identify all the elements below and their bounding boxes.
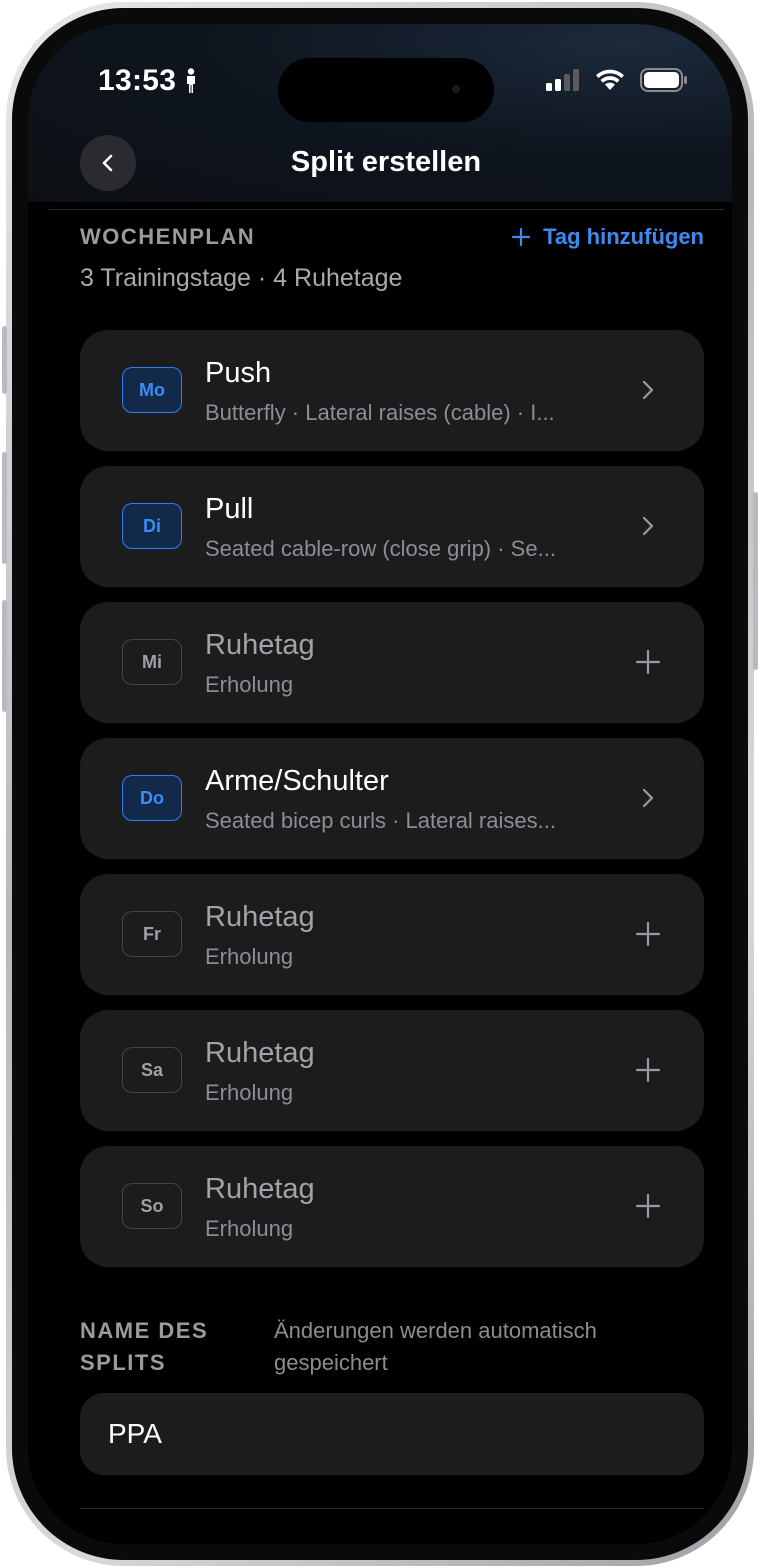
status-time: 13:53 (98, 64, 198, 98)
day-card-mo[interactable]: Mo Push Butterfly · Lateral raises (cabl… (80, 330, 704, 451)
plus-icon (511, 227, 531, 247)
day-subtitle: Seated cable-row (close grip) · Se... (205, 536, 556, 561)
volume-down-button (2, 600, 7, 712)
chevron-right-icon (642, 788, 654, 808)
volume-up-button (2, 452, 7, 564)
day-title: Ruhetag (205, 1173, 315, 1205)
day-title: Push (205, 357, 272, 389)
phone-bezel: 13:53 Split erstellen WOCHENPLAN Tag hin… (12, 8, 748, 1560)
plus-icon[interactable] (634, 648, 662, 676)
power-button (753, 492, 758, 670)
day-badge: Mo (122, 367, 182, 413)
day-title: Ruhetag (205, 629, 315, 661)
day-badge: Mi (122, 639, 182, 685)
battery-icon (640, 68, 687, 92)
plus-icon[interactable] (634, 1056, 662, 1084)
day-list: Mo Push Butterfly · Lateral raises (cabl… (80, 330, 704, 1267)
day-badge: Fr (122, 911, 182, 957)
app-screen: 13:53 Split erstellen WOCHENPLAN Tag hin… (28, 24, 732, 1544)
add-day-button[interactable]: Tag hinzufügen (511, 224, 704, 250)
day-text: Arme/Schulter Seated bicep curls · Later… (205, 762, 605, 834)
day-title: Ruhetag (205, 901, 315, 933)
day-text: Pull Seated cable-row (close grip) · Se.… (205, 490, 605, 562)
day-card-do[interactable]: Do Arme/Schulter Seated bicep curls · La… (80, 738, 704, 859)
phone-frame: 13:53 Split erstellen WOCHENPLAN Tag hin… (6, 2, 754, 1566)
week-plan-label: WOCHENPLAN (80, 224, 256, 249)
dynamic-island (278, 58, 494, 122)
day-subtitle: Butterfly · Lateral raises (cable) · I..… (205, 400, 555, 425)
day-text: Ruhetag Erholung (205, 626, 605, 698)
day-card-mi[interactable]: Mi Ruhetag Erholung (80, 602, 704, 723)
add-day-label: Tag hinzufügen (543, 224, 704, 249)
split-name-label: NAME DES SPLITS (80, 1318, 209, 1375)
split-name-header: NAME DES SPLITS Änderungen werden automa… (80, 1315, 704, 1379)
day-title: Pull (205, 493, 254, 525)
day-badge: Sa (122, 1047, 182, 1093)
camera-icon (452, 85, 460, 93)
day-text: Ruhetag Erholung (205, 1170, 605, 1242)
navigation-bar: Split erstellen (48, 130, 724, 210)
chevron-left-icon (102, 154, 113, 172)
status-icons (546, 68, 688, 92)
plus-icon[interactable] (634, 920, 662, 948)
day-subtitle: Seated bicep curls · Lateral raises... (205, 808, 556, 833)
split-name-input[interactable] (80, 1393, 704, 1475)
bottom-divider (80, 1508, 704, 1509)
status-time-text: 13:53 (98, 64, 177, 97)
day-badge: Di (122, 503, 182, 549)
day-card-fr[interactable]: Fr Ruhetag Erholung (80, 874, 704, 995)
day-title: Arme/Schulter (205, 765, 389, 797)
day-text: Ruhetag Erholung (205, 898, 605, 970)
day-subtitle: Erholung (205, 1080, 294, 1105)
day-card-so[interactable]: So Ruhetag Erholung (80, 1146, 704, 1267)
day-badge: Do (122, 775, 182, 821)
action-button (2, 326, 7, 394)
week-summary: 3 Trainingstage · 4 Ruhetage (80, 264, 403, 292)
day-subtitle: Erholung (205, 1216, 294, 1241)
day-title: Ruhetag (205, 1037, 315, 1069)
day-card-sa[interactable]: Sa Ruhetag Erholung (80, 1010, 704, 1131)
day-subtitle: Erholung (205, 944, 294, 969)
chevron-right-icon (642, 516, 654, 536)
page-title: Split erstellen (290, 146, 482, 178)
wifi-icon (596, 69, 624, 90)
main-content: WOCHENPLAN Tag hinzufügen 3 Trainingstag… (80, 220, 704, 1475)
autosave-hint: Änderungen werden automatisch gespeicher… (274, 1318, 597, 1375)
back-button[interactable] (80, 135, 136, 191)
day-text: Push Butterfly · Lateral raises (cable) … (205, 354, 605, 426)
day-subtitle: Erholung (205, 672, 294, 697)
day-card-di[interactable]: Di Pull Seated cable-row (close grip) · … (80, 466, 704, 587)
day-text: Ruhetag Erholung (205, 1034, 605, 1106)
cellular-signal-icon (546, 69, 579, 91)
week-plan-header: WOCHENPLAN Tag hinzufügen (80, 220, 704, 254)
person-icon (187, 68, 196, 93)
chevron-right-icon (642, 380, 654, 400)
day-badge: So (122, 1183, 182, 1229)
plus-icon[interactable] (634, 1192, 662, 1220)
